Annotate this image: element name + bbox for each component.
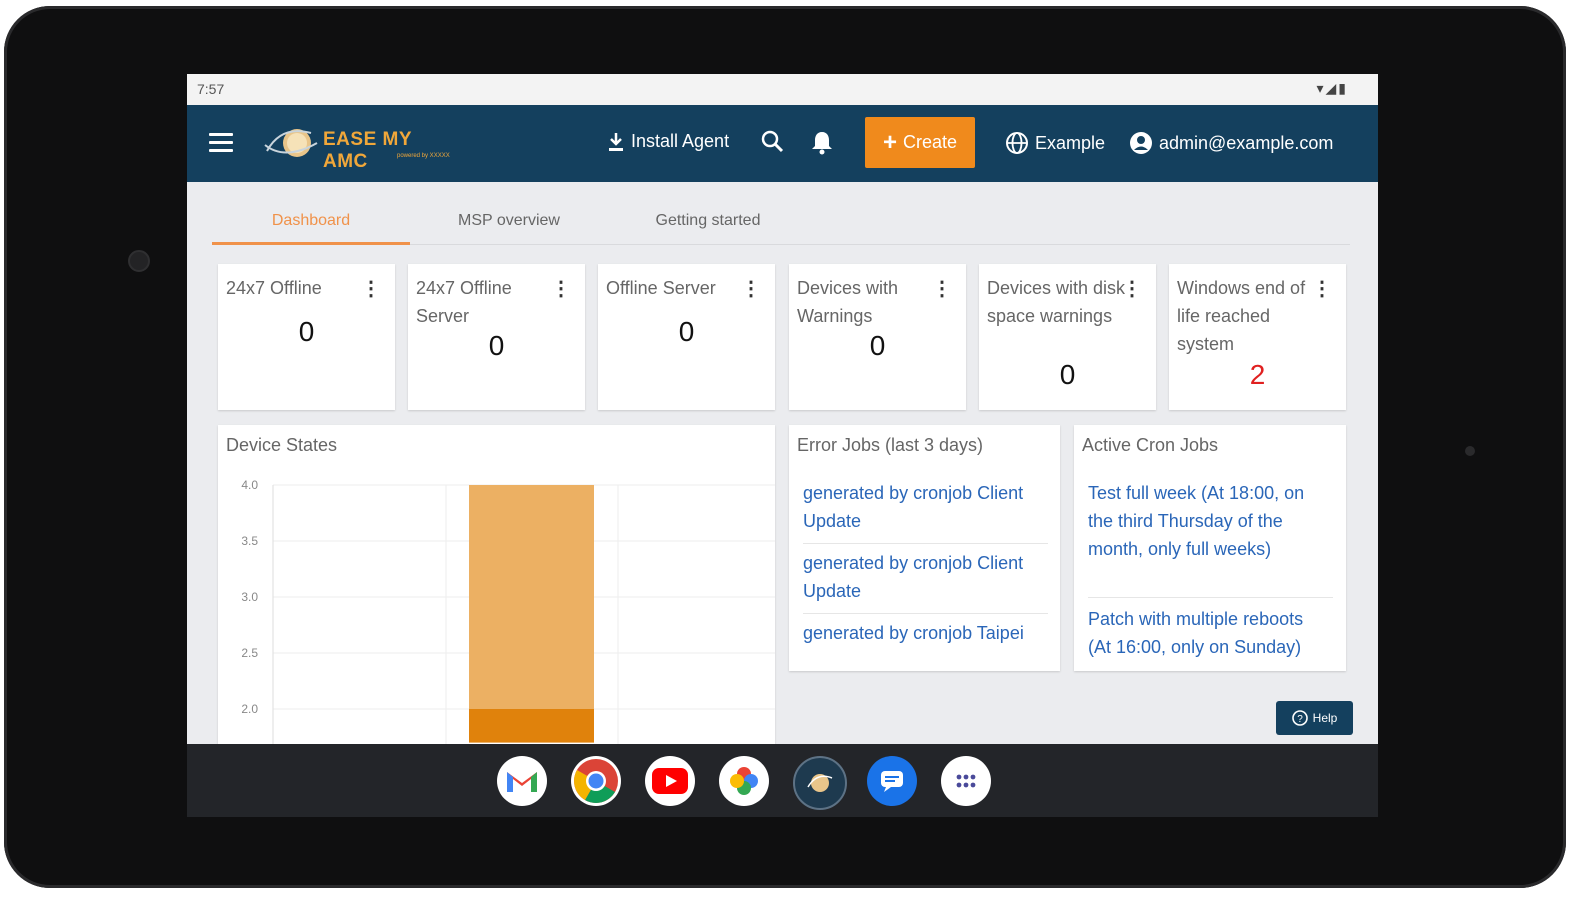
kpi-title: Windows end of life reached system bbox=[1177, 278, 1306, 354]
account-circle-icon bbox=[1130, 132, 1152, 154]
more-vert-icon[interactable]: ⋮ bbox=[741, 276, 761, 301]
chart-bar-segment bbox=[469, 485, 594, 709]
kpi-title: Offline Server bbox=[606, 278, 716, 298]
kpi-card-offline-server[interactable]: Offline Server ⋮ 0 bbox=[598, 264, 775, 410]
tablet-screen: 7:57 ▾◢▮ EASE MY AMC powered by XXXXX In… bbox=[187, 74, 1378, 817]
error-job-link[interactable]: generated by cronjob Client Update bbox=[803, 549, 1043, 605]
organization-label: Example bbox=[1035, 132, 1106, 153]
kpi-value: 0 bbox=[869, 330, 886, 361]
gmail-app-icon[interactable] bbox=[497, 756, 547, 806]
account-menu[interactable]: admin@example.com bbox=[1129, 131, 1333, 155]
kpi-card-24x7-offline-server[interactable]: 24x7 Offline Server ⋮ 0 bbox=[408, 264, 585, 410]
tab-msp-overview[interactable]: MSP overview bbox=[410, 212, 608, 230]
active-cron-jobs-panel: Active Cron Jobs Test full week (At 18:0… bbox=[1074, 425, 1346, 671]
download-icon bbox=[609, 132, 623, 151]
chart-y-tick-label: 2.0 bbox=[241, 702, 258, 716]
status-time: 7:57 bbox=[197, 81, 225, 97]
kpi-title: 24x7 Offline Server bbox=[416, 278, 512, 326]
kpi-value: 0 bbox=[1059, 359, 1076, 390]
globe-icon bbox=[1006, 132, 1028, 154]
svg-text:?: ? bbox=[1297, 714, 1303, 725]
chart-y-tick-label: 3.5 bbox=[241, 534, 258, 548]
kpi-card-devices-with-warnings[interactable]: Devices with Warnings ⋮ 0 bbox=[789, 264, 966, 410]
logo-subtext: powered by XXXXX bbox=[397, 153, 450, 159]
logo-text: EASE MY AMC bbox=[323, 129, 412, 172]
tab-getting-started[interactable]: Getting started bbox=[609, 212, 807, 230]
kpi-value: 0 bbox=[678, 316, 695, 347]
error-job-link[interactable]: generated by cronjob Taipei bbox=[803, 619, 1043, 647]
youtube-app-icon[interactable] bbox=[645, 756, 695, 806]
kpi-card-windows-eol[interactable]: Windows end of life reached system ⋮ 2 bbox=[1169, 264, 1346, 410]
kpi-title: 24x7 Offline bbox=[226, 278, 322, 298]
kpi-value: 2 bbox=[1249, 359, 1266, 390]
app-bar: EASE MY AMC powered by XXXXX Install Age… bbox=[187, 105, 1378, 182]
app-dock bbox=[187, 744, 1378, 817]
more-vert-icon[interactable]: ⋮ bbox=[1122, 276, 1142, 301]
messages-app-icon[interactable] bbox=[867, 756, 917, 806]
globe-logo-icon bbox=[264, 129, 318, 157]
notifications-bell-icon[interactable] bbox=[809, 129, 835, 155]
more-vert-icon[interactable]: ⋮ bbox=[1312, 276, 1332, 301]
status-icons: ▾◢▮ bbox=[1316, 80, 1348, 96]
kpi-card-disk-space-warnings[interactable]: Devices with disk space warnings ⋮ 0 bbox=[979, 264, 1156, 410]
divider bbox=[803, 543, 1048, 544]
more-vert-icon[interactable]: ⋮ bbox=[361, 276, 381, 301]
ease-my-amc-app-icon[interactable] bbox=[793, 756, 847, 810]
kpi-card-24x7-offline[interactable]: 24x7 Offline ⋮ 0 bbox=[218, 264, 395, 410]
panel-title: Active Cron Jobs bbox=[1082, 435, 1219, 455]
divider bbox=[1088, 597, 1333, 598]
chrome-app-icon[interactable] bbox=[571, 756, 621, 806]
more-vert-icon[interactable]: ⋮ bbox=[932, 276, 952, 301]
cron-job-link[interactable]: Test full week (At 18:00, on the third T… bbox=[1088, 479, 1328, 563]
more-vert-icon[interactable]: ⋮ bbox=[551, 276, 571, 301]
photos-app-icon[interactable] bbox=[719, 756, 769, 806]
kpi-title: Devices with disk space warnings bbox=[987, 278, 1126, 326]
error-job-link[interactable]: generated by cronjob Client Update bbox=[803, 479, 1043, 535]
chart-bar-segment bbox=[469, 709, 594, 743]
help-label: Help bbox=[1312, 711, 1338, 725]
tab-dashboard[interactable]: Dashboard bbox=[212, 212, 410, 230]
cron-job-link[interactable]: Patch with multiple reboots (At 16:00, o… bbox=[1088, 605, 1328, 661]
app-logo[interactable]: EASE MY AMC powered by XXXXX bbox=[261, 121, 461, 172]
create-label: Create bbox=[902, 132, 958, 152]
search-icon[interactable] bbox=[760, 129, 786, 155]
organization-selector[interactable]: Example bbox=[1005, 131, 1105, 155]
kpi-title: Devices with Warnings bbox=[797, 278, 899, 326]
divider bbox=[803, 613, 1048, 614]
install-agent-label: Install Agent bbox=[631, 131, 730, 151]
status-bar: 7:57 ▾◢▮ bbox=[187, 74, 1378, 105]
sensor-dot bbox=[1465, 446, 1475, 456]
kpi-value: 0 bbox=[298, 316, 315, 347]
panel-title: Error Jobs (last 3 days) bbox=[797, 435, 984, 455]
help-circle-icon: ? bbox=[1291, 710, 1308, 726]
chart-y-tick-label: 3.0 bbox=[241, 590, 258, 604]
create-button[interactable]: + Create bbox=[865, 117, 975, 168]
chart-y-tick-label: 2.5 bbox=[241, 646, 258, 660]
install-agent-button[interactable]: Install Agent bbox=[607, 131, 729, 152]
tab-bar: Dashboard MSP overview Getting started bbox=[212, 182, 1350, 245]
error-jobs-panel: Error Jobs (last 3 days) generated by cr… bbox=[789, 425, 1060, 671]
active-tab-indicator bbox=[212, 242, 410, 245]
help-button[interactable]: ? Help bbox=[1276, 701, 1353, 735]
app-drawer-icon[interactable] bbox=[941, 756, 991, 806]
menu-icon[interactable] bbox=[209, 133, 233, 153]
account-email: admin@example.com bbox=[1159, 132, 1334, 153]
device-states-panel: Device States 4.0 3.5 3.0 2.5 2.0 bbox=[218, 425, 775, 755]
kpi-value: 0 bbox=[488, 330, 505, 361]
plus-icon: + bbox=[882, 128, 897, 156]
chart-y-tick-label: 4.0 bbox=[241, 478, 258, 492]
front-camera bbox=[128, 250, 150, 272]
device-states-chart: 4.0 3.5 3.0 2.5 2.0 bbox=[241, 478, 775, 755]
